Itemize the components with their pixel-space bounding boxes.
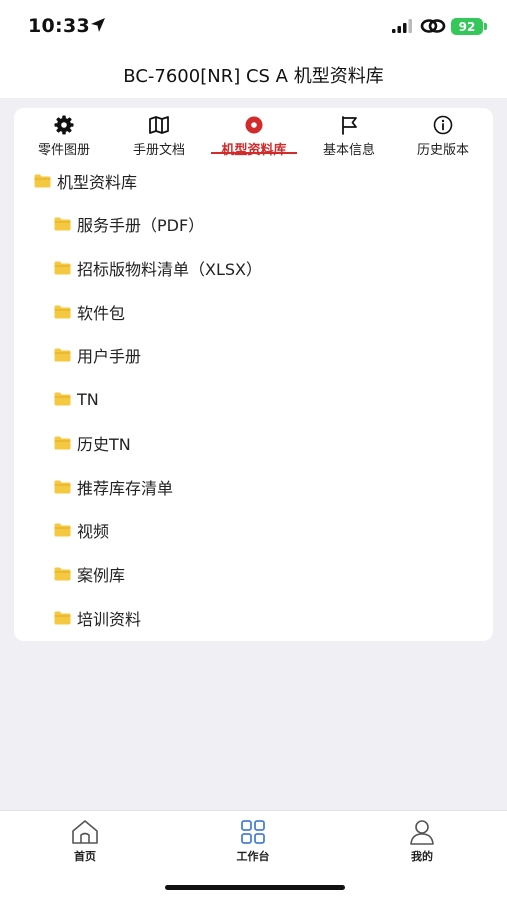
bottom-tab-label: 我的 xyxy=(411,850,433,863)
record-icon xyxy=(244,114,264,135)
bottom-tab-home[interactable]: 首页 xyxy=(35,819,135,869)
tree-folder-item[interactable]: TN xyxy=(54,384,99,414)
location-arrow-icon xyxy=(91,18,105,32)
folder-icon xyxy=(54,261,71,275)
tab-history-versions[interactable]: 历史版本 xyxy=(395,114,491,158)
tab-label: 基本信息 xyxy=(322,143,375,158)
tree-folder-label: 软件包 xyxy=(77,304,126,323)
active-tab-indicator xyxy=(211,152,297,154)
navigation-bar: BC-7600[NR] CS A 机型资料库 xyxy=(0,52,507,98)
page-title: BC-7600[NR] CS A 机型资料库 xyxy=(123,66,384,87)
tab-parts-catalog[interactable]: 零件图册 xyxy=(16,114,112,158)
tree-folder-item[interactable]: 培训资料 xyxy=(54,603,141,633)
tab-label: 机型资料库 xyxy=(221,143,287,158)
gear-icon xyxy=(54,114,74,135)
hotspot-link-icon xyxy=(420,19,446,33)
tree-folder-label: 案例库 xyxy=(77,566,126,585)
tree-folder-item[interactable]: 用户手册 xyxy=(54,340,141,370)
info-icon xyxy=(433,114,453,135)
tree-root-folder[interactable]: 机型资料库 xyxy=(34,166,137,196)
folder-icon xyxy=(54,480,71,494)
person-icon xyxy=(410,820,434,845)
tree-folder-item[interactable]: 案例库 xyxy=(54,559,125,589)
home-icon xyxy=(72,820,98,844)
tab-bar: 零件图册 手册文档 机型资料库 基本信息 历史版本 xyxy=(14,108,493,158)
tree-folder-label: 招标版物料清单（XLSX） xyxy=(77,260,262,279)
folder-icon xyxy=(34,174,51,188)
tree-folder-item[interactable]: 服务手册（PDF） xyxy=(54,209,204,239)
home-indicator xyxy=(165,885,345,890)
folder-icon xyxy=(54,392,71,406)
battery-tip xyxy=(484,23,487,30)
tab-basic-info[interactable]: 基本信息 xyxy=(301,114,397,158)
tab-label: 零件图册 xyxy=(37,143,90,158)
bottom-tab-label: 工作台 xyxy=(236,850,270,863)
tree-folder-item[interactable]: 招标版物料清单（XLSX） xyxy=(54,253,262,283)
folder-icon xyxy=(54,217,71,231)
tree-root-label: 机型资料库 xyxy=(57,173,138,192)
cellular-signal-icon xyxy=(392,19,412,33)
folder-icon xyxy=(54,436,71,450)
tree-folder-label: 视频 xyxy=(77,522,110,541)
tree-folder-item[interactable]: 视频 xyxy=(54,515,109,545)
tree-folder-item[interactable]: 软件包 xyxy=(54,297,125,327)
tree-folder-label: 培训资料 xyxy=(77,610,142,629)
content-card: 零件图册 手册文档 机型资料库 基本信息 历史版本 机型资料库 服务手册（PDF… xyxy=(14,108,493,641)
tree-folder-label: 推荐库存清单 xyxy=(77,479,174,498)
tab-manual-docs[interactable]: 手册文档 xyxy=(111,114,207,158)
bottom-tab-workbench[interactable]: 工作台 xyxy=(203,819,303,869)
bottom-tab-mine[interactable]: 我的 xyxy=(372,819,472,869)
grid-icon xyxy=(241,820,265,844)
folder-icon xyxy=(54,611,71,625)
tab-label: 历史版本 xyxy=(416,143,469,158)
status-bar: 10:33 92 xyxy=(0,0,507,52)
tree-folder-item[interactable]: 推荐库存清单 xyxy=(54,472,173,502)
folder-icon xyxy=(54,348,71,362)
tab-label: 手册文档 xyxy=(132,143,185,158)
map-icon xyxy=(148,114,170,135)
tree-folder-label: 用户手册 xyxy=(77,347,142,366)
folder-icon xyxy=(54,567,71,581)
tree-folder-label: 服务手册（PDF） xyxy=(77,216,205,235)
folder-icon xyxy=(54,305,71,319)
status-time: 10:33 xyxy=(28,15,90,37)
tree-folder-item[interactable]: 历史TN xyxy=(54,428,131,458)
tree-folder-label: TN xyxy=(77,389,99,409)
flag-icon xyxy=(339,114,359,135)
folder-icon xyxy=(54,523,71,537)
tree-folder-label: 历史TN xyxy=(77,435,131,454)
bottom-tab-label: 首页 xyxy=(74,850,96,863)
battery-level: 92 xyxy=(458,19,476,34)
battery-indicator: 92 xyxy=(451,18,483,35)
